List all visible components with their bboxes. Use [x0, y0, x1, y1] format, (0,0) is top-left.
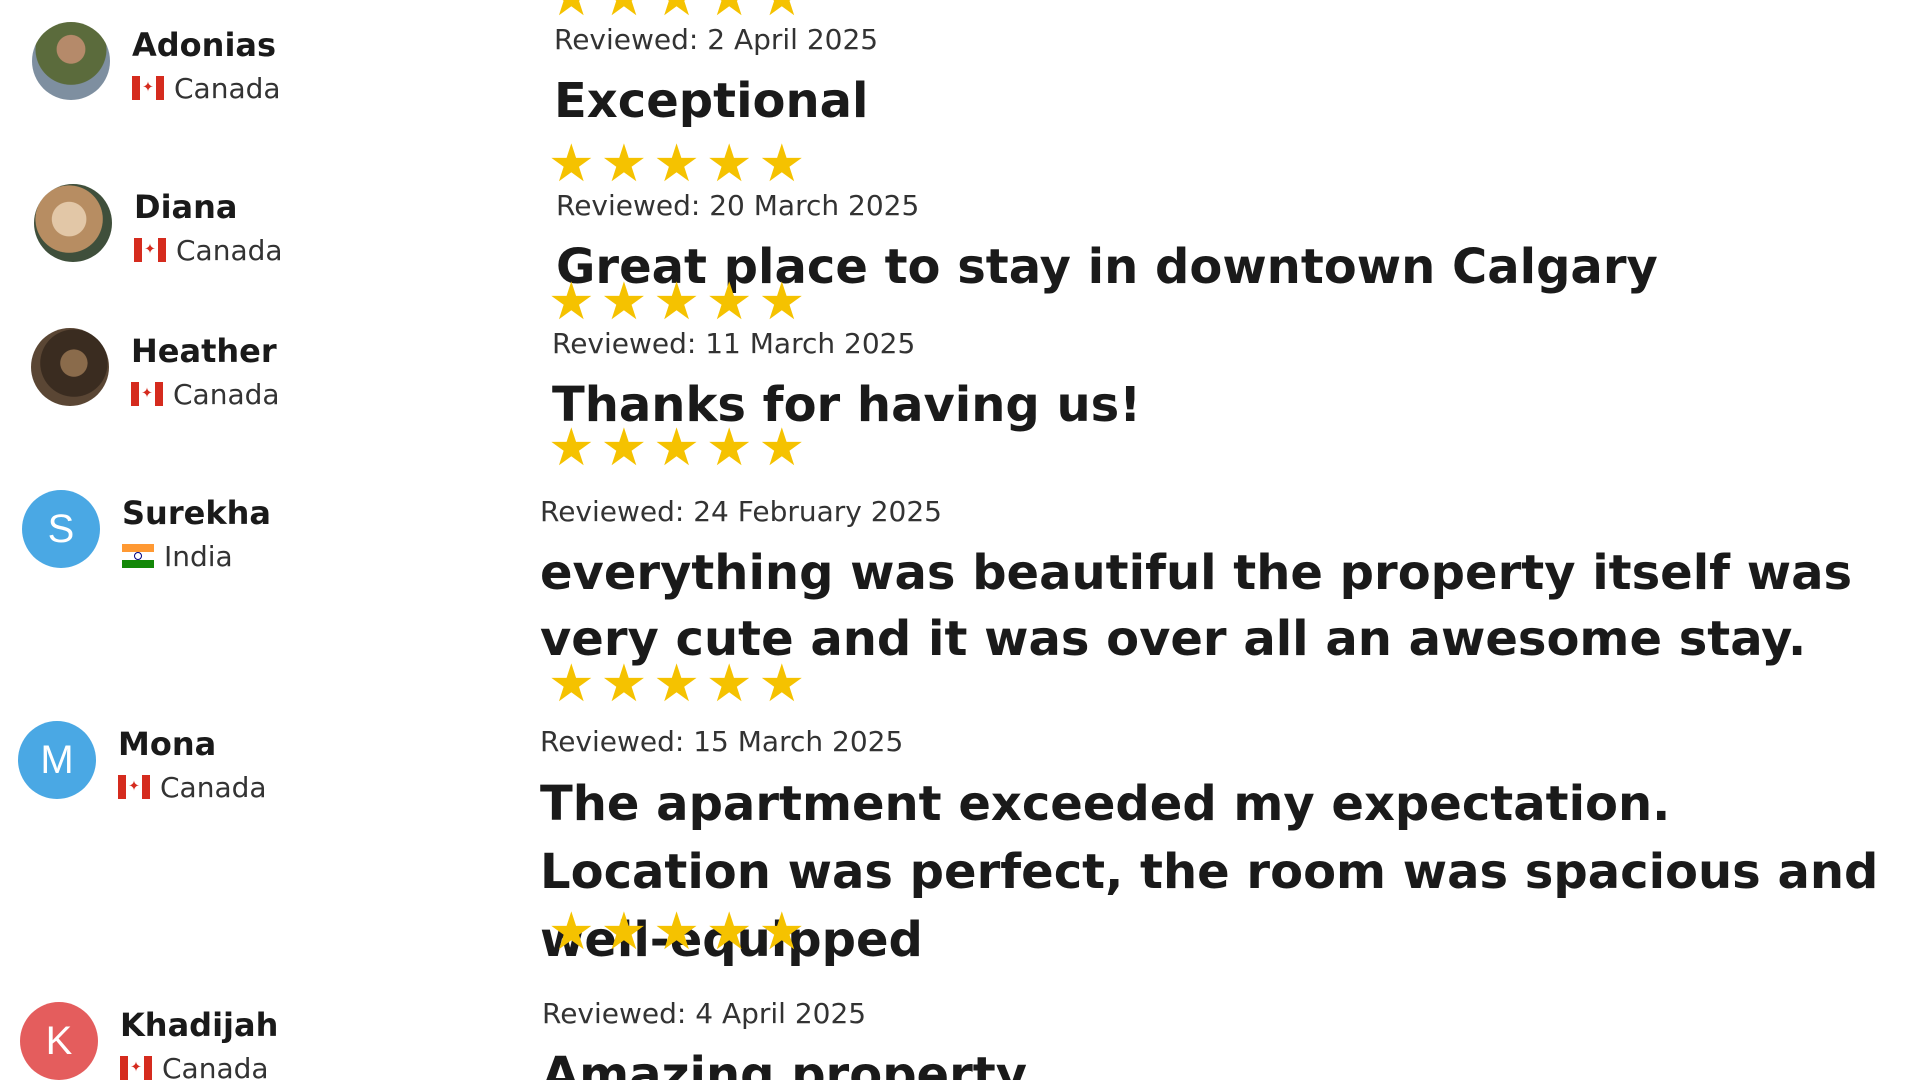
- reviewer-country: ✦ Canada: [134, 233, 283, 267]
- review-date: Reviewed: 20 March 2025: [556, 189, 920, 222]
- star-icon: ★: [600, 902, 648, 962]
- country-name: Canada: [162, 1051, 269, 1080]
- star-icon: ★: [705, 654, 753, 714]
- star-icon: ★: [758, 134, 806, 194]
- reviews-page: Adonias ✦ Canada Diana ✦ Canada Heather …: [0, 0, 1920, 1080]
- canada-flag-icon: ✦: [120, 1056, 152, 1080]
- avatar: S: [22, 490, 100, 568]
- avatar: [32, 22, 110, 100]
- review-date: Reviewed: 4 April 2025: [542, 997, 867, 1030]
- reviewer-card: Diana ✦ Canada: [34, 184, 283, 267]
- reviewer-card: M Mona ✦ Canada: [18, 721, 267, 804]
- avatar: M: [18, 721, 96, 799]
- star-rating: ★★★★★: [548, 272, 1920, 332]
- star-icon: ★: [653, 134, 700, 194]
- reviewer-card: Adonias ✦ Canada: [32, 22, 281, 105]
- star-icon: ★: [548, 134, 595, 194]
- reviewer-name: Diana: [134, 188, 238, 226]
- star-rating: ★★★★★: [548, 418, 1920, 478]
- review-entry: ★ ★ ★ ★ ★ Reviewed: 24 February 2025 everyth…: [540, 418, 1920, 672]
- star-icon: ★: [600, 134, 648, 194]
- review-date: Reviewed: 11 March 2025: [552, 327, 916, 360]
- star-rating: ★★★★★: [548, 134, 1920, 194]
- reviewer-name: Mona: [118, 725, 217, 763]
- star-icon: ★: [653, 418, 700, 478]
- star-rating: ★★★★★: [548, 0, 1920, 24]
- star-icon: ★: [601, 0, 648, 24]
- avatar: [34, 184, 112, 262]
- star-icon: ★: [653, 902, 700, 962]
- star-icon: ★: [758, 654, 806, 714]
- canada-flag-icon: ✦: [118, 775, 150, 799]
- star-rating: ★★★★★: [548, 654, 1920, 714]
- review-entry: ★ ★ ★ ★ ★ Reviewed: 4 April 2025 Amazing pro…: [542, 902, 1920, 1080]
- star-icon: ★: [705, 902, 753, 962]
- review-date: Reviewed: 2 April 2025: [554, 23, 879, 56]
- reviewer-info: Adonias ✦ Canada: [132, 22, 281, 105]
- star-icon: ★: [653, 654, 700, 714]
- review-date: Reviewed: 24 February 2025: [540, 495, 942, 528]
- review-entry: ★ ★ ★ ★ ★ Reviewed: 20 March 2025 Great plac…: [548, 134, 1920, 300]
- reviewer-info: Heather ✦ Canada: [131, 328, 280, 411]
- review-date: Reviewed: 15 March 2025: [540, 725, 904, 758]
- star-icon: ★: [548, 272, 595, 332]
- canada-flag-icon: ✦: [134, 238, 166, 262]
- star-icon: ★: [706, 0, 753, 24]
- reviewer-info: Khadijah ✦ Canada: [120, 1002, 278, 1080]
- star-icon: ★: [600, 418, 648, 478]
- avatar-initial: S: [47, 506, 75, 551]
- reviewer-country: ✦ Canada: [120, 1052, 278, 1080]
- star-icon: ★: [653, 272, 700, 332]
- country-name: Canada: [160, 770, 267, 804]
- country-name: Canada: [176, 233, 283, 267]
- avatar-initial: K: [45, 1018, 73, 1063]
- reviewer-country: ✦ Canada: [118, 770, 267, 804]
- star-rating: ★★★★★: [548, 902, 1920, 962]
- review-title: everything was beautiful the property it…: [540, 545, 1853, 667]
- reviewer-name: Adonias: [132, 26, 277, 64]
- star-icon: ★: [548, 0, 595, 24]
- reviewer-card: K Khadijah ✦ Canada: [20, 1002, 278, 1080]
- star-icon: ★: [548, 654, 595, 714]
- star-icon: ★: [758, 902, 806, 962]
- review-entry: ★★★★★ Reviewed: 2 April 2025 Exceptional: [548, 0, 1920, 134]
- star-icon: ★: [758, 272, 806, 332]
- reviewer-country: India: [122, 539, 271, 573]
- canada-flag-icon: ✦: [132, 76, 164, 100]
- star-icon: ★: [600, 654, 648, 714]
- star-icon: ★: [548, 902, 595, 962]
- india-flag-icon: [122, 544, 154, 568]
- avatar: [31, 328, 109, 406]
- star-icon: ★: [600, 272, 648, 332]
- review-title: Amazing property: [542, 1047, 1028, 1080]
- country-name: India: [164, 539, 233, 573]
- reviewer-country: ✦ Canada: [132, 71, 281, 105]
- country-name: Canada: [173, 377, 280, 411]
- reviewer-info: Surekha India: [122, 490, 271, 573]
- reviewer-name: Heather: [131, 332, 277, 370]
- star-icon: ★: [759, 0, 806, 24]
- star-icon: ★: [758, 418, 806, 478]
- reviewer-card: Heather ✦ Canada: [31, 328, 280, 411]
- star-icon: ★: [705, 418, 753, 478]
- star-icon: ★: [548, 418, 595, 478]
- canada-flag-icon: ✦: [131, 382, 163, 406]
- star-icon: ★: [705, 134, 753, 194]
- reviewer-info: Mona ✦ Canada: [118, 721, 267, 804]
- reviewer-name: Khadijah: [120, 1006, 279, 1044]
- star-icon: ★: [705, 272, 753, 332]
- review-entry: ★ ★ ★ ★ ★ Reviewed: 11 March 2025 Thanks for…: [548, 272, 1920, 438]
- avatar: K: [20, 1002, 98, 1080]
- avatar-initial: M: [40, 737, 74, 782]
- reviewer-name: Surekha: [122, 494, 271, 532]
- star-icon: ★: [653, 0, 700, 24]
- review-title: Exceptional: [554, 73, 869, 129]
- reviewer-info: Diana ✦ Canada: [134, 184, 283, 267]
- country-name: Canada: [174, 71, 281, 105]
- reviewer-card: S Surekha India: [22, 490, 271, 573]
- reviewer-country: ✦ Canada: [131, 377, 280, 411]
